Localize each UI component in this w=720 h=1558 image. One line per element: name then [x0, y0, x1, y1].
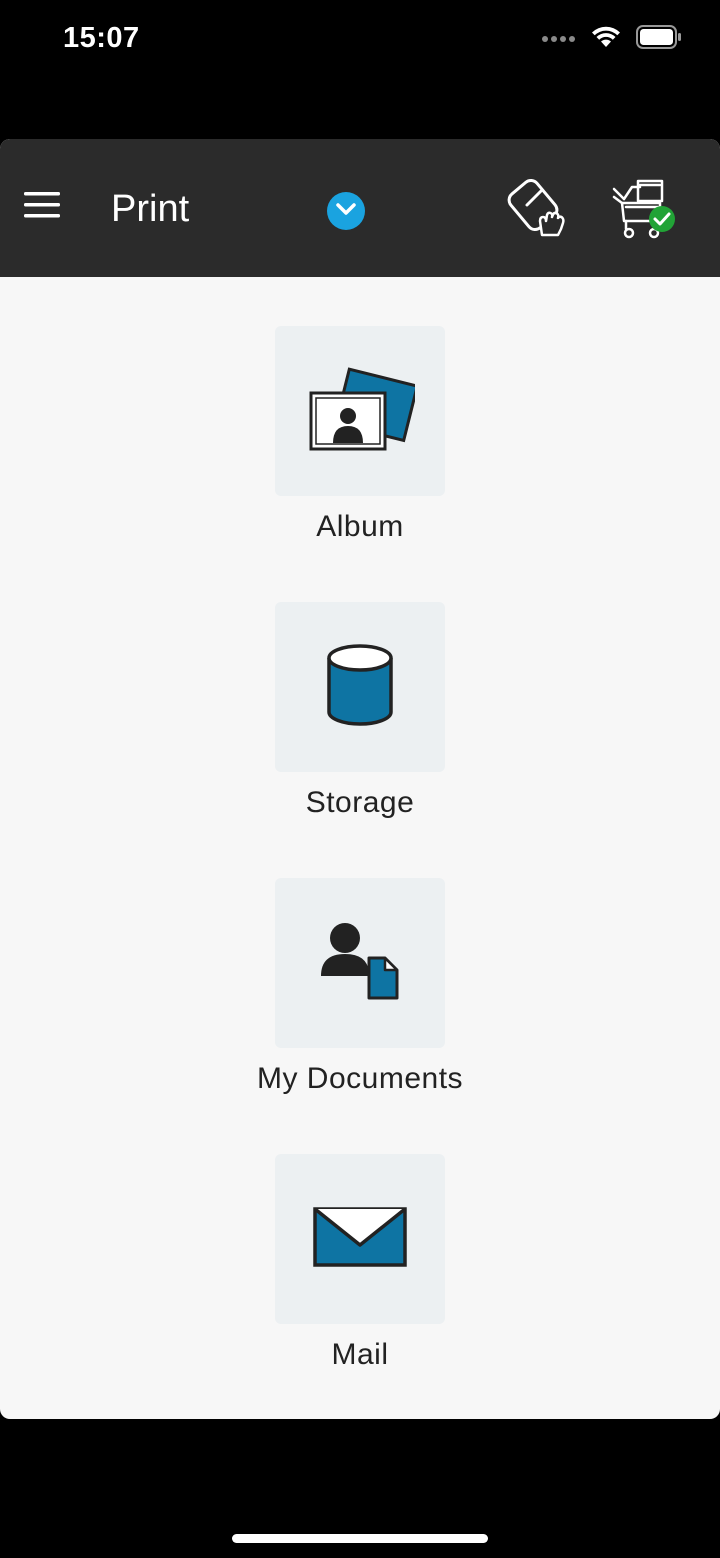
menu-button[interactable]: [20, 185, 64, 229]
album-tile[interactable]: [275, 326, 445, 496]
status-time: 15:07: [63, 22, 140, 54]
mail-envelope-icon: [312, 1205, 408, 1274]
cellular-signal-icon: [542, 30, 576, 48]
printer-connected-icon: [610, 179, 680, 245]
chevron-down-icon: [335, 202, 357, 221]
mail-tile[interactable]: [275, 1154, 445, 1324]
storage-item[interactable]: Storage: [0, 602, 720, 842]
connected-status-badge: [649, 206, 675, 232]
album-label: Album: [316, 510, 404, 543]
mail-item[interactable]: Mail: [0, 1154, 720, 1394]
album-photo-icon: [305, 363, 420, 460]
top-app-bar: Print: [0, 139, 720, 277]
my-documents-item[interactable]: My Documents: [0, 878, 720, 1118]
nfc-touch-button[interactable]: [506, 177, 570, 241]
storage-cylinder-icon: [324, 642, 396, 733]
my-documents-tile[interactable]: [275, 878, 445, 1048]
screen: 15:07 Print Album Storage My Documents M…: [0, 0, 720, 1558]
battery-icon: [636, 24, 682, 54]
nfc-touch-icon: [506, 178, 570, 245]
page-title: Print: [111, 188, 190, 230]
app-content: Print Album Storage My Documents Mail: [0, 139, 720, 1419]
my-documents-icon: [315, 916, 405, 1011]
mail-label: Mail: [331, 1338, 389, 1371]
my-documents-label: My Documents: [256, 1062, 464, 1095]
wifi-icon: [590, 25, 622, 54]
album-item[interactable]: Album: [0, 326, 720, 566]
status-bar: 15:07: [0, 0, 720, 80]
storage-tile[interactable]: [275, 602, 445, 772]
printer-status-button[interactable]: [610, 177, 680, 241]
storage-label: Storage: [305, 786, 415, 819]
function-dropdown-button[interactable]: [327, 192, 365, 230]
status-icons: [542, 24, 682, 54]
hamburger-menu-icon: [23, 191, 61, 224]
home-indicator[interactable]: [232, 1534, 488, 1543]
